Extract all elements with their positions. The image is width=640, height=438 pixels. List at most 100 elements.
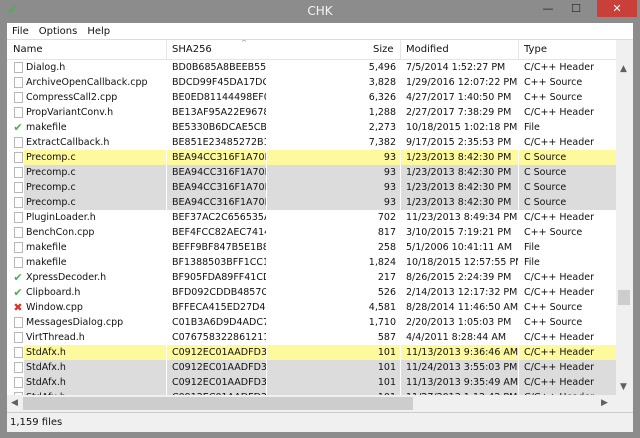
cell-name: XpressDecoder.h	[26, 272, 107, 283]
cell-sha256: C0912EC01AADFD377499202F62F...	[167, 375, 266, 390]
menu-file[interactable]: File	[7, 23, 34, 37]
cell-type: C/C++ Header	[524, 62, 594, 73]
cell-modified: 1/23/2013 8:42:30 PM	[401, 195, 518, 210]
column-sha256[interactable]: SHA256	[172, 44, 212, 55]
scroll-left-icon[interactable]: ◀	[11, 398, 18, 408]
table-row[interactable]: makefile BF1388503BFF1CC1FB2BFD3C357... 1,…	[7, 255, 616, 270]
menu-help[interactable]: Help	[82, 23, 115, 37]
cell-name: ExtractCallback.h	[26, 137, 110, 148]
maximize-button[interactable]: ☐	[562, 0, 590, 17]
table-row[interactable]: Precomp.cBEA94CC316F1A70B295C5A0C94...93…	[7, 195, 616, 210]
cell-name: PropVariantConv.h	[26, 107, 114, 118]
cell-modified: 11/23/2013 8:49:34 PM	[406, 212, 518, 223]
cell-name: Window.cpp	[26, 302, 83, 313]
table-row[interactable]: StdAfx.hC0912EC01AADFD377499202F62F...10…	[7, 345, 616, 360]
cell-name: makefile	[26, 122, 67, 133]
cell-modified: 2/20/2013 1:05:03 PM	[406, 317, 512, 328]
cell-sha256: BE851E23485272B148B458169817E...	[172, 137, 266, 148]
cell-size: 5,496	[368, 62, 396, 73]
file-icon	[11, 225, 25, 240]
column-name[interactable]: Name	[13, 44, 43, 55]
table-row[interactable]: ArchiveOpenCallback.cpp BDCD99F45DA17DC05…	[7, 75, 616, 90]
table-row[interactable]: StdAfx.hC0912EC01AADFD377499202F62F...10…	[7, 360, 616, 375]
cell-sha256: BE0ED81144498EF08BE807B45114...	[172, 92, 266, 103]
file-icon	[11, 345, 25, 360]
file-icon	[11, 195, 25, 210]
table-row[interactable]: MessagesDialog.cpp C01B3A6D9D4ADC7E47AD3C…	[7, 315, 616, 330]
table-row[interactable]: PropVariantConv.h BE13AF95A22E967890200E1…	[7, 105, 616, 120]
cell-size: 587	[377, 332, 396, 343]
close-button[interactable]: ✕	[597, 0, 637, 17]
status-bar: 1,159 files	[7, 412, 633, 432]
table-row[interactable]: ✖Window.cpp BFFECA415ED27D4823E357FADFB..…	[7, 300, 616, 315]
scroll-down-icon[interactable]: ▼	[620, 382, 627, 392]
cell-type: File	[524, 242, 540, 253]
table-row[interactable]: CompressCall2.cpp BE0ED81144498EF08BE807B…	[7, 90, 616, 105]
table-row[interactable]: Precomp.cBEA94CC316F1A70B295C5A0C94...93…	[7, 150, 616, 165]
cell-sha256: BEA94CC316F1A70B295C5A0C94...	[167, 165, 266, 180]
table-row[interactable]: ✔Clipboard.h BFD092CDDB4857CE0AE64B82C6..…	[7, 285, 616, 300]
cell-type: C Source	[519, 165, 616, 180]
table-row[interactable]: ✔makefile BE5330B6DCAE5CB7D914408B7A... 2,…	[7, 120, 616, 135]
cell-size: 1,288	[368, 107, 396, 118]
cell-modified: 2/14/2013 12:17:32 PM	[406, 287, 518, 298]
cell-sha256: BE5330B6DCAE5CB7D914408B7A...	[172, 122, 266, 133]
table-row[interactable]: Precomp.cBEA94CC316F1A70B295C5A0C94...93…	[7, 165, 616, 180]
cell-name: Precomp.c	[24, 150, 166, 165]
table-row[interactable]: ExtractCallback.h BE851E23485272B148B4581…	[7, 135, 616, 150]
minimize-button[interactable]: —	[534, 0, 562, 17]
cell-modified: 1/23/2013 8:42:30 PM	[401, 165, 518, 180]
checkmark-icon: ✔	[13, 286, 23, 299]
cell-name: Precomp.c	[24, 195, 166, 210]
table-row[interactable]: StdAfx.hC0912EC01AADFD377499202F62F...10…	[7, 375, 616, 390]
cell-name: Dialog.h	[26, 62, 66, 73]
table-row[interactable]: VirtThread.h C0767583228612112 2A3C82D993…	[7, 330, 616, 345]
column-size[interactable]: Size	[373, 44, 394, 55]
vertical-scrollbar[interactable]: ▲ ▼	[616, 40, 633, 395]
cell-type: C/C++ Header	[519, 375, 616, 390]
cell-modified: 9/17/2015 2:35:53 PM	[406, 137, 512, 148]
cell-sha256: C0912EC01AADFD377499202F62F...	[167, 360, 266, 375]
scroll-right-icon[interactable]: ▶	[601, 398, 608, 408]
cell-size: 702	[377, 212, 396, 223]
table-row[interactable]: Precomp.cBEA94CC316F1A70B295C5A0C94...93…	[7, 180, 616, 195]
table-row[interactable]: PluginLoader.h BEF37AC2C656535A966DA9071E…	[7, 210, 616, 225]
cell-type: C Source	[519, 150, 616, 165]
file-icon	[11, 60, 25, 75]
cell-modified: 8/26/2015 2:24:39 PM	[406, 272, 512, 283]
cell-type: File	[524, 257, 540, 268]
cell-type: C/C++ Header	[524, 107, 594, 118]
cell-sha256: BEA94CC316F1A70B295C5A0C94...	[167, 195, 266, 210]
file-count: 1,159 files	[10, 417, 63, 428]
table-row[interactable]: makefile BEFF9BF847B5E1B824301C3D4520... 2…	[7, 240, 616, 255]
file-icon	[11, 330, 25, 345]
cell-sha256: BF905FDA89FF41CDCBF92C610C...	[172, 272, 266, 283]
cell-size: 7,382	[368, 137, 396, 148]
file-icon	[11, 75, 25, 90]
table-row[interactable]: BenchCon.cpp BEF4FCC82AEC741420D04D1CBC..…	[7, 225, 616, 240]
menu-options[interactable]: Options	[34, 23, 83, 37]
cell-sha256: BEA94CC316F1A70B295C5A0C94...	[167, 180, 266, 195]
menu-bar: File Options Help	[7, 23, 633, 40]
cell-size: 93	[267, 195, 400, 210]
cell-size: 3,828	[368, 77, 396, 88]
file-icon	[11, 375, 25, 390]
cell-sha256: BEF4FCC82AEC741420D04D1CBC...	[172, 227, 266, 238]
table-row[interactable]: Dialog.h BD0B685A8BEEB55A15B9AC7C6D... 5,4…	[7, 60, 616, 75]
cell-size: 93	[267, 180, 400, 195]
scroll-up-icon[interactable]: ▲	[620, 64, 627, 74]
cell-size: 1,824	[368, 257, 396, 268]
cell-type: File	[524, 122, 540, 133]
cell-name: makefile	[26, 242, 67, 253]
sort-ascending-icon: ^	[241, 40, 247, 47]
cell-size: 101	[267, 345, 400, 360]
table-row[interactable]: ✔XpressDecoder.h BF905FDA89FF41CDCBF92C61…	[7, 270, 616, 285]
column-modified[interactable]: Modified	[406, 44, 449, 55]
cell-type: C/C++ Header	[524, 332, 594, 343]
vertical-scroll-thumb[interactable]	[618, 290, 630, 305]
horizontal-scrollbar[interactable]: ◀ ▶	[7, 395, 616, 412]
cell-size: 2,273	[368, 122, 396, 133]
file-icon	[11, 255, 25, 270]
column-type[interactable]: Type	[524, 44, 547, 55]
horizontal-scroll-thumb[interactable]	[23, 397, 413, 410]
